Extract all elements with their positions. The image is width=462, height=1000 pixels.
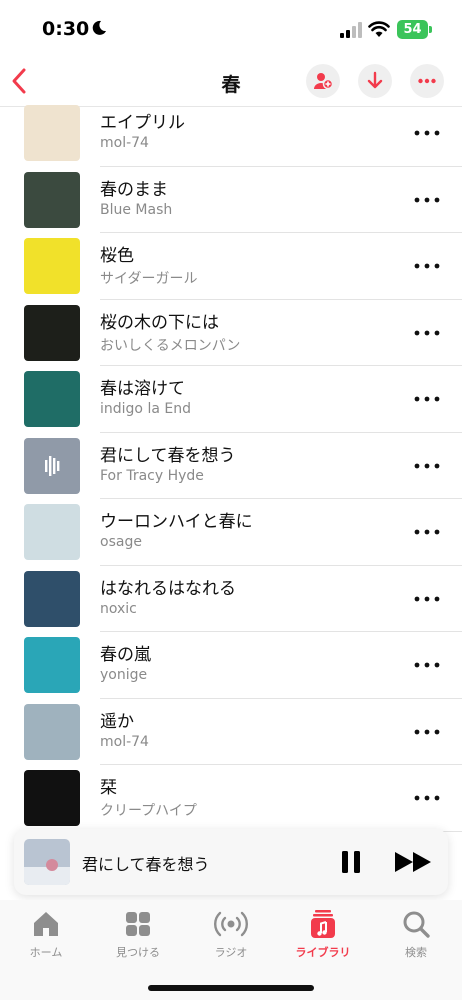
more-ellipsis-icon[interactable] [410, 191, 444, 209]
album-artwork [24, 637, 80, 693]
tab-label: ホーム [29, 946, 63, 959]
album-artwork [24, 504, 80, 560]
track-title: 桜の木の下には [100, 312, 219, 333]
track-title: 春のまま [100, 179, 168, 200]
track-artist: おいしくるメロンパン [100, 337, 241, 354]
more-ellipsis-icon[interactable] [410, 124, 444, 142]
track-row[interactable]: 栞クリープハイプ [0, 765, 462, 832]
track-row[interactable]: ウーロンハイと春に osage [0, 499, 462, 566]
track-row[interactable]: はなれるはなれる noxic [0, 566, 462, 632]
track-artist: noxic [100, 600, 137, 617]
track-artist: For Tracy Hyde [100, 467, 204, 484]
track-title: 遥か [100, 711, 134, 732]
track-title: 君にして春を想う [100, 445, 236, 466]
tab-library[interactable]: ライブラリ [288, 908, 358, 960]
track-title: ウーロンハイと春に [100, 512, 253, 532]
album-artwork [24, 171, 80, 228]
more-ellipsis-icon[interactable] [410, 723, 444, 741]
status-bar: 0:30 54 [0, 0, 462, 60]
more-ellipsis-icon[interactable] [410, 324, 444, 342]
track-title: 春は溶けて [100, 379, 185, 399]
track-row[interactable]: 春は溶けて indigo la End [0, 366, 462, 433]
home-indicator [148, 985, 314, 991]
album-artwork [24, 570, 80, 627]
track-artist: Blue Mash [100, 201, 173, 218]
track-artist: indigo la End [100, 401, 191, 417]
battery-indicator: 54 [397, 20, 433, 40]
skip-forward-icon[interactable] [394, 850, 434, 874]
download-button[interactable] [358, 64, 392, 98]
tab-label: ライブラリ [295, 946, 351, 959]
page-title: 春 [221, 74, 241, 96]
track-row[interactable]: 君にして春を想う For Tracy Hyde [0, 433, 462, 499]
tab-label: 検索 [405, 946, 427, 959]
track-title: エイプリル [100, 113, 185, 133]
grid-icon [126, 912, 150, 936]
more-ellipsis-icon[interactable] [410, 457, 444, 475]
track-row[interactable]: エイプリル mol-74 [0, 100, 462, 167]
track-title: 栞 [100, 778, 117, 798]
status-time: 0:30 [42, 18, 90, 40]
now-playing-bars-icon [24, 437, 80, 494]
tab-label: ラジオ [214, 946, 248, 959]
tab-label: 見つける [116, 946, 160, 959]
cellular-signal-icon [340, 22, 362, 38]
more-options-button[interactable] [410, 64, 444, 98]
track-title: 桜色 [100, 246, 134, 266]
track-artist: クリープハイプ [100, 803, 197, 819]
track-list: エイプリル mol-74 春のまま Blue Mash 桜色 サイダーガール 桜の木の下には… [0, 105, 462, 832]
track-row[interactable]: 桜の木の下にはおいしくるメロンパン [0, 300, 462, 366]
track-artist: mol-74 [100, 135, 149, 151]
wifi-icon [368, 21, 390, 37]
album-artwork [24, 437, 80, 494]
ellipsis-icon [418, 78, 436, 84]
track-row[interactable]: 春のまま Blue Mash [0, 167, 462, 233]
track-artist: サイダーガール [100, 271, 198, 287]
tab-home[interactable]: ホーム [11, 908, 81, 960]
album-artwork [24, 304, 80, 361]
search-icon [403, 911, 430, 938]
more-ellipsis-icon[interactable] [410, 257, 444, 275]
track-title: はなれるはなれる [100, 578, 236, 599]
radio-icon [214, 911, 248, 937]
album-artwork [24, 371, 80, 427]
more-ellipsis-icon[interactable] [410, 789, 444, 807]
track-artist: yonige [100, 667, 148, 683]
pause-icon[interactable] [340, 850, 362, 874]
track-row[interactable]: 遥か mol-74 [0, 699, 462, 765]
now-playing-artwork [24, 839, 70, 885]
moon-icon [92, 20, 106, 35]
track-row[interactable]: 春の嵐 yonige [0, 632, 462, 699]
more-ellipsis-icon[interactable] [410, 656, 444, 674]
album-artwork [24, 703, 80, 760]
person-add-icon [314, 73, 333, 90]
track-artist: mol-74 [100, 733, 149, 750]
album-artwork [24, 770, 80, 826]
track-title: 春の嵐 [100, 645, 151, 665]
tab-search[interactable]: 検索 [381, 908, 451, 960]
album-artwork [24, 105, 80, 161]
track-artist: osage [100, 534, 142, 550]
library-icon [311, 910, 335, 938]
mini-player[interactable]: 君にして春を想う [14, 829, 448, 895]
home-icon [34, 912, 58, 936]
add-friend-button[interactable] [306, 64, 340, 98]
track-row[interactable]: 桜色 サイダーガール [0, 233, 462, 300]
battery-tip [429, 26, 432, 33]
more-ellipsis-icon[interactable] [410, 523, 444, 541]
tab-radio[interactable]: ラジオ [196, 908, 266, 960]
tab-browse[interactable]: 見つける [103, 908, 173, 960]
download-arrow-icon [367, 71, 383, 89]
now-playing-title: 君にして春を想う [82, 855, 210, 874]
album-artwork [24, 238, 80, 294]
battery-level: 54 [397, 20, 428, 39]
more-ellipsis-icon[interactable] [410, 390, 444, 408]
more-ellipsis-icon[interactable] [410, 590, 444, 608]
